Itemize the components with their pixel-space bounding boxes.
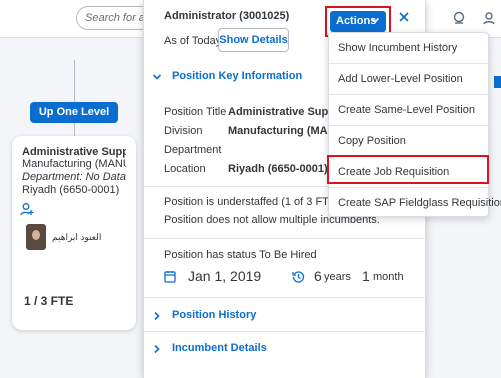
divider [144, 297, 427, 298]
division-value: Manufacturing (MANU) [228, 125, 328, 137]
chevron-right-icon [154, 311, 160, 321]
actions-menu: Show Incumbent History Add Lower-Level P… [328, 32, 501, 218]
divider [144, 331, 427, 332]
position-title-value: Administrative Support [228, 106, 328, 118]
fte-count: 1 / 3 FTE [24, 294, 74, 308]
node-division: Manufacturing (MANU) [22, 158, 126, 170]
avatar[interactable] [26, 224, 46, 250]
section-label: Position Key Information [172, 70, 303, 82]
understaffed-text: Position is understaffed (1 of 3 FTE). [164, 196, 343, 208]
section-incumbent-details[interactable]: Incumbent Details [144, 340, 427, 360]
menu-item-copy-position[interactable]: Copy Position [329, 126, 490, 156]
menu-item-show-incumbent-history[interactable]: Show Incumbent History [329, 33, 490, 63]
section-position-history[interactable]: Position History [144, 307, 427, 327]
location-value: Riyadh (6650-0001) [228, 163, 328, 175]
job-requisition-highlight-box [327, 155, 489, 184]
status-text: Position has status To Be Hired [164, 249, 317, 261]
department-label: Department [164, 144, 222, 156]
user-icon[interactable] [482, 11, 496, 25]
menu-item-add-lower-level-position[interactable]: Add Lower-Level Position [329, 64, 490, 94]
node-title: Administrative Supp... [22, 146, 126, 158]
chevron-right-icon [154, 344, 160, 354]
connector-line [74, 122, 75, 136]
menu-item-create-same-level-position[interactable]: Create Same-Level Position [329, 95, 490, 125]
position-title-label: Position Title [164, 106, 227, 118]
panel-toggle-icon[interactable] [494, 76, 501, 88]
location-label: Location [164, 163, 206, 175]
popover-title: Administrator (3001025) [164, 10, 290, 22]
show-details-button[interactable]: Show Details [218, 28, 289, 52]
incumbent-name[interactable]: العنود ابراهيم [52, 232, 101, 243]
divider [144, 238, 427, 239]
duration-month-unit: month [373, 271, 404, 283]
menu-item-create-fieldglass-requisition[interactable]: Create SAP Fieldglass Requisition [329, 188, 501, 218]
history-icon [292, 271, 305, 283]
notifications-icon[interactable] [452, 11, 466, 25]
chevron-down-icon [152, 74, 162, 80]
date-value: Jan 1, 2019 [188, 268, 262, 284]
division-label: Division [164, 125, 203, 137]
section-label: Incumbent Details [172, 342, 267, 354]
chevron-down-icon [370, 17, 380, 24]
as-of-label: As of Today [164, 35, 222, 47]
up-one-level-button[interactable]: Up One Level [30, 102, 118, 123]
duration-month-number: 1 [362, 268, 370, 284]
actions-button[interactable]: Actions [330, 11, 386, 32]
node-location: Riyadh (6650-0001) [22, 184, 120, 196]
duration-years-unit: years [324, 271, 351, 283]
add-person-icon[interactable] [20, 202, 34, 216]
duration-years-number: 6 [314, 268, 322, 284]
node-department: Department: No Data [22, 171, 126, 183]
close-icon[interactable] [398, 11, 410, 23]
section-label: Position History [172, 309, 257, 321]
position-node[interactable]: Administrative Supp... Manufacturing (MA… [12, 136, 136, 330]
calendar-icon [164, 271, 176, 283]
